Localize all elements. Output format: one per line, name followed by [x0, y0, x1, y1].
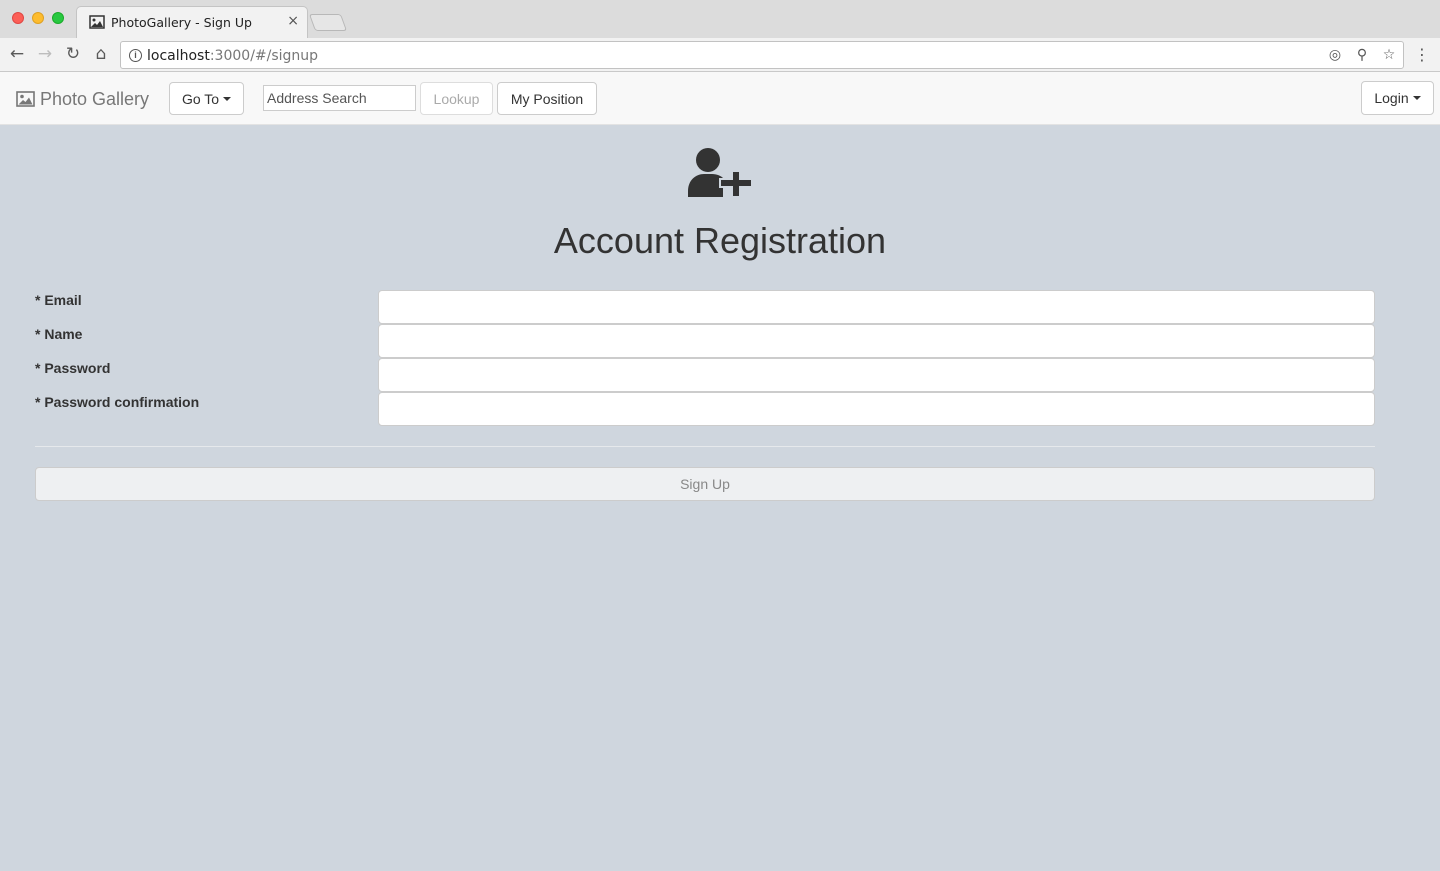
name-form-row: * Name [35, 324, 1375, 358]
tab-close-icon[interactable]: × [287, 13, 299, 29]
password-confirmation-label: * Password confirmation [35, 394, 200, 410]
picture-icon [16, 91, 35, 107]
browser-titlebar: PhotoGallery - Sign Up × [0, 0, 1440, 38]
new-tab-button[interactable] [308, 14, 348, 31]
email-label: * Email [35, 292, 82, 308]
bookmark-star-icon[interactable]: ☆ [1381, 47, 1397, 63]
goto-label: Go To [181, 90, 220, 107]
brand-text: Photo Gallery [40, 88, 150, 109]
close-window-button[interactable] [12, 12, 24, 24]
brand-link[interactable]: Photo Gallery [16, 87, 149, 111]
my-position-button[interactable]: My Position [497, 82, 597, 115]
reload-icon[interactable]: ↻ [64, 45, 82, 63]
email-field[interactable] [378, 290, 1375, 324]
password-confirmation-form-row: * Password confirmation [35, 392, 1375, 426]
url-path: :3000/#/signup [209, 48, 319, 64]
password-form-row: * Password [35, 358, 1375, 392]
address-search-input[interactable] [263, 85, 416, 111]
login-dropdown-button[interactable]: Login [1361, 81, 1434, 115]
address-bar[interactable]: i localhost:3000/#/signup ◎ ⚲ ☆ [120, 41, 1404, 69]
home-icon[interactable]: ⌂ [92, 45, 110, 63]
url-host: localhost [147, 48, 210, 64]
minimize-window-button[interactable] [32, 12, 44, 24]
page-title: Account Registration [553, 220, 887, 261]
key-icon[interactable]: ⚲ [1354, 47, 1370, 63]
email-form-row: * Email [35, 290, 1375, 324]
login-label: Login [1374, 90, 1409, 106]
password-confirmation-field[interactable] [378, 392, 1375, 426]
back-arrow-icon[interactable]: ← [8, 45, 26, 63]
name-field[interactable] [378, 324, 1375, 358]
password-label: * Password [35, 360, 111, 376]
browser-toolbar: ← → ↻ ⌂ i localhost:3000/#/signup ◎ ⚲ ☆ … [0, 38, 1440, 72]
image-icon [89, 15, 105, 29]
lookup-button[interactable]: Lookup [420, 82, 493, 115]
tab-title: PhotoGallery - Sign Up [111, 15, 252, 30]
user-plus-icon [688, 148, 753, 198]
name-label: * Name [35, 326, 83, 342]
app-navbar: Photo Gallery Go To Lookup My Position L… [0, 72, 1440, 125]
forward-arrow-icon[interactable]: → [36, 45, 54, 63]
sign-up-button[interactable]: Sign Up [35, 467, 1375, 501]
goto-dropdown-button[interactable]: Go To [169, 82, 244, 115]
browser-tab[interactable]: PhotoGallery - Sign Up × [76, 6, 308, 38]
form-divider [35, 446, 1375, 447]
info-icon[interactable]: i [129, 49, 142, 62]
maximize-window-button[interactable] [52, 12, 64, 24]
password-field[interactable] [378, 358, 1375, 392]
browser-menu-icon[interactable]: ⋮ [1414, 45, 1430, 64]
caret-down-icon [223, 96, 232, 101]
caret-down-icon [1412, 96, 1421, 100]
location-icon[interactable]: ◎ [1327, 47, 1343, 63]
url-text: localhost:3000/#/signup [147, 48, 318, 64]
